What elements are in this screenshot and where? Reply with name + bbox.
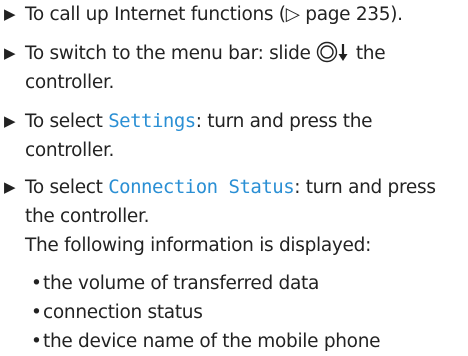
step-arrow-icon: ▶ [4, 44, 16, 62]
ui-term-connection-status: Connection Status [108, 176, 295, 198]
bullet-dot: • [31, 331, 42, 352]
info-bullet-item: •connection status [31, 298, 203, 327]
info-bullet-item: •the device name of the mobile phone [31, 327, 381, 356]
step-switch-to-menu-bar: ▶ To switch to the menu bar: slide the c… [4, 39, 464, 97]
controller-slide-down-icon [316, 41, 350, 63]
step-text: To select Settings: turn and press the c… [25, 107, 464, 165]
step-arrow-icon: ▶ [4, 5, 16, 23]
step-text-part: page 235). [299, 4, 403, 25]
bullet-dot: • [31, 302, 42, 323]
step-select-settings: ▶ To select Settings: turn and press the… [4, 107, 464, 165]
step-text: To call up Internet functions (▷ page 23… [25, 0, 464, 29]
step-text-part: To select [25, 111, 109, 132]
step-arrow-icon: ▶ [4, 178, 16, 196]
step-text: To switch to the menu bar: slide the con… [25, 39, 464, 97]
step-text-part: To switch to the menu bar: slide [25, 43, 317, 64]
bullet-text: the device name of the mobile phone [43, 331, 381, 352]
manual-page: ▶ To call up Internet functions (▷ page … [0, 0, 468, 356]
page-reference-icon: ▷ [285, 4, 300, 25]
step-call-internet-functions: ▶ To call up Internet functions (▷ page … [4, 0, 464, 29]
step-arrow-icon: ▶ [4, 112, 16, 130]
bullet-dot: • [31, 273, 42, 294]
bullet-text: connection status [43, 302, 203, 323]
step-text-part: To select [25, 177, 109, 198]
step-text: To select Connection Status: turn and pr… [25, 173, 464, 231]
info-bullet-item: •the volume of transferred data [31, 269, 319, 298]
bullet-text: the volume of transferred data [43, 273, 319, 294]
step-text-part: To call up Internet functions ( [25, 4, 286, 25]
info-intro-text: The following information is displayed: [25, 235, 371, 256]
step-select-connection-status: ▶ To select Connection Status: turn and … [4, 173, 464, 231]
ui-term-settings: Settings [108, 110, 196, 132]
